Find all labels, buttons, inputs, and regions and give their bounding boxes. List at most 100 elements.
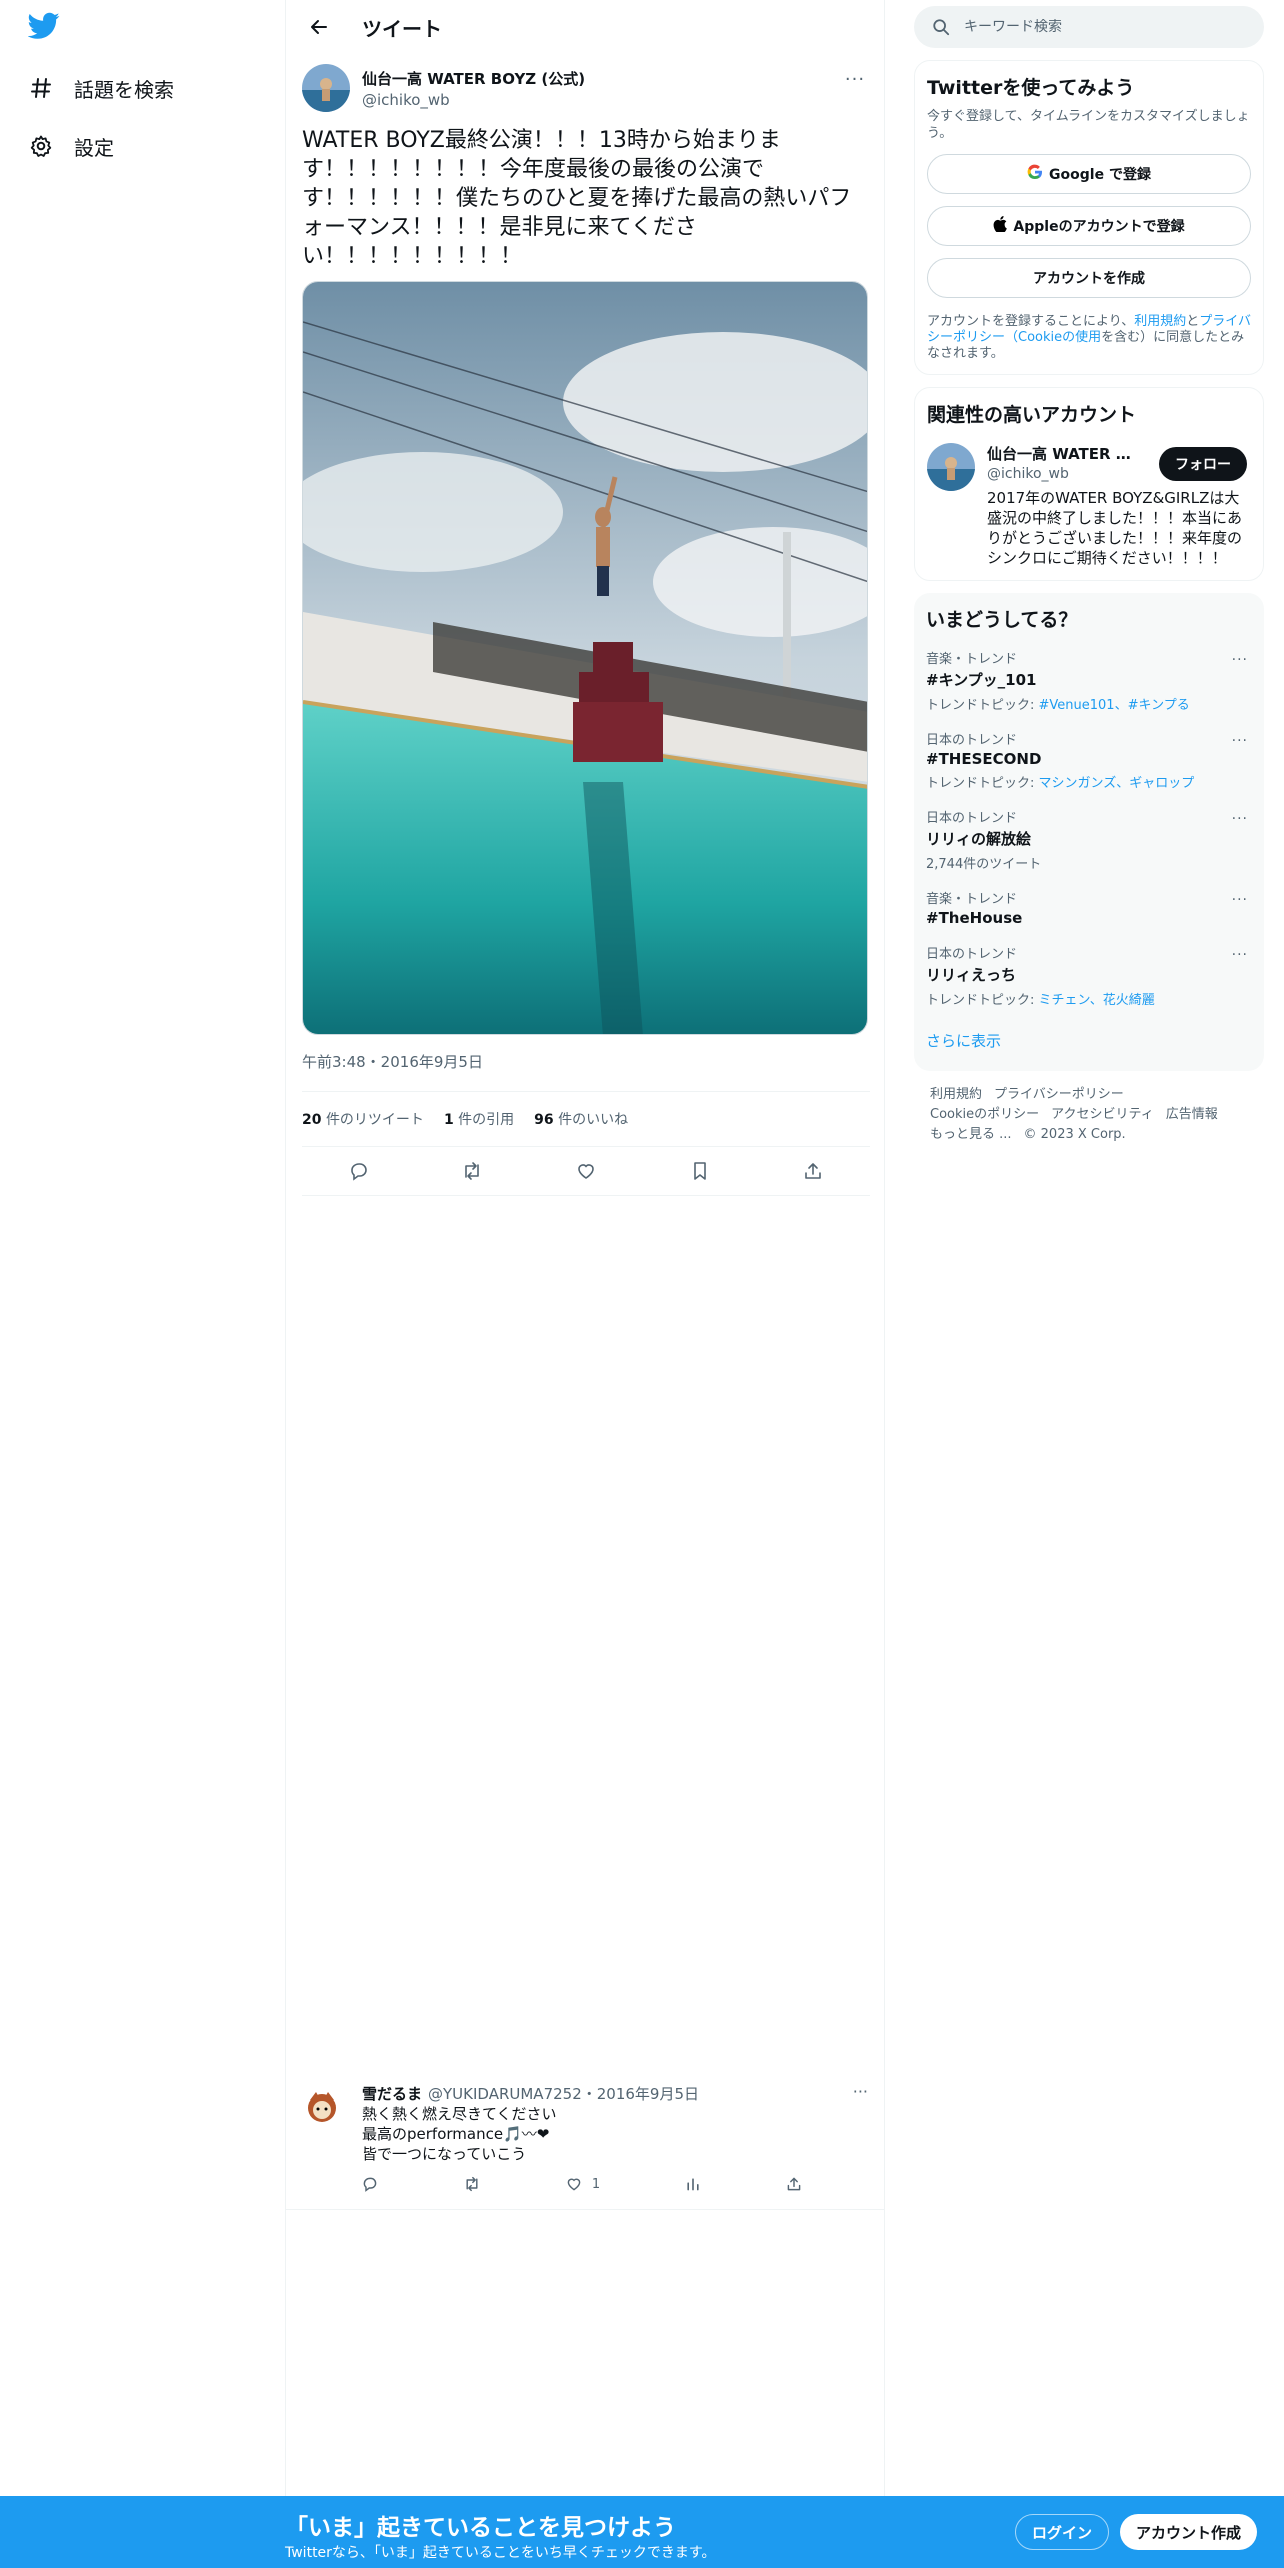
tweet-stats: 20 件のリツイート 1 件の引用 96 件のいいね — [302, 1092, 870, 1146]
trend-item[interactable]: 日本のトレンド リリィの解放絵 2,744件のツイート ··· — [926, 807, 1252, 872]
quotes-label: 件の引用 — [458, 1112, 515, 1128]
more-options-icon[interactable]: ··· — [1232, 652, 1248, 668]
trend-sub-prefix: トレンドトピック: — [926, 993, 1039, 1008]
analytics-icon[interactable] — [685, 2176, 701, 2192]
trend-item[interactable]: 音楽・トレンド #キンプッ_101 トレンドトピック: #Venue101、#キ… — [926, 648, 1252, 713]
trend-category: 音楽・トレンド — [926, 892, 1018, 907]
apple-signup-button[interactable]: Appleのアカウントで登録 — [927, 206, 1251, 246]
apple-icon — [993, 216, 1008, 236]
likes-stat[interactable]: 96 件のいいね — [534, 1109, 628, 1129]
reply-avatar[interactable] — [302, 2086, 342, 2126]
terms-link[interactable]: 利用規約 — [1134, 314, 1186, 329]
tweet-timestamp[interactable]: 午前3:48・2016年9月5日 — [302, 1051, 870, 1071]
more-options-icon[interactable]: ··· — [840, 64, 870, 94]
likes-label: 件のいいね — [558, 1112, 629, 1128]
tweet-actions — [302, 1147, 870, 1195]
author-avatar[interactable] — [302, 64, 350, 112]
divider — [302, 1195, 870, 1196]
tweet-photo[interactable] — [302, 281, 868, 1035]
related-name[interactable]: 仙台一高 WATER BOYZ (公式) — [987, 443, 1137, 464]
trend-name: #THESECOND — [926, 750, 1042, 768]
page-title: ツイート — [362, 16, 442, 41]
like-heart-icon[interactable] — [569, 1154, 603, 1188]
more-options-icon[interactable]: ··· — [853, 2082, 868, 2101]
search-bar[interactable] — [914, 6, 1264, 48]
reply-text-line: 皆で一つになっていこう — [362, 2145, 527, 2163]
twitter-bird-icon[interactable] — [27, 12, 62, 46]
signup-button[interactable]: アカウント作成 — [1120, 2514, 1258, 2550]
reply-author-name[interactable]: 雪だるま — [362, 2083, 422, 2104]
trend-name: リリィの解放絵 — [926, 830, 1032, 848]
signup-panel: Twitterを使ってみよう 今すぐ登録して、タイムラインをカスタマイズしましょ… — [914, 60, 1264, 375]
follow-button[interactable]: フォロー — [1159, 447, 1247, 481]
legal-and: と — [1186, 314, 1200, 329]
create-account-button[interactable]: アカウントを作成 — [927, 258, 1251, 298]
trend-sub: トレンドトピック: #Venue101、#キンプる — [926, 694, 1252, 713]
trend-sub-links[interactable]: #Venue101、#キンプる — [1039, 698, 1190, 713]
footer-link[interactable]: Cookieのポリシー — [930, 1107, 1039, 1122]
nav-item-explore[interactable]: 話題を検索 — [28, 68, 174, 108]
retweet-icon[interactable] — [463, 2176, 481, 2192]
footer-link[interactable]: 利用規約 — [930, 1087, 982, 1102]
share-icon[interactable] — [786, 2176, 802, 2192]
reply-icon[interactable] — [362, 2176, 378, 2192]
reply-icon[interactable] — [342, 1154, 376, 1188]
search-input[interactable] — [964, 19, 1234, 35]
legal-prefix: アカウントを登録することにより、 — [927, 314, 1135, 329]
hashtag-icon — [28, 75, 54, 101]
bottom-signup-bar: 「いま」起きていることを見つけよう Twitterなら、「いま」起きていることを… — [0, 2496, 1284, 2568]
trend-item[interactable]: 日本のトレンド リリィえっち トレンドトピック: ミチェン、花火綺麗 ··· — [926, 943, 1252, 1008]
create-account-label: アカウントを作成 — [1033, 271, 1145, 287]
footer-link[interactable]: プライバシーポリシー — [994, 1087, 1124, 1102]
reply-like-count: 1 — [591, 2176, 601, 2192]
apple-signup-label: Appleのアカウントで登録 — [1013, 219, 1185, 235]
share-icon[interactable] — [796, 1154, 830, 1188]
google-signup-button[interactable]: Google で登録 — [927, 154, 1251, 194]
retweet-icon[interactable] — [455, 1154, 489, 1188]
trend-item[interactable]: 音楽・トレンド #TheHouse ··· — [926, 888, 1252, 927]
show-more-link[interactable]: さらに表示 — [926, 1030, 1252, 1051]
footer-links: 利用規約 プライバシーポリシー Cookieのポリシー アクセシビリティ 広告情報 も… — [914, 1085, 1264, 1145]
trend-item[interactable]: 日本のトレンド #THESECOND トレンドトピック: マシンガンズ、ギャロッ… — [926, 729, 1252, 791]
trend-sub-links[interactable]: ミチェン、花火綺麗 — [1039, 993, 1155, 1008]
login-button[interactable]: ログイン — [1015, 2514, 1110, 2550]
page-header: ツイート — [286, 0, 884, 54]
google-icon — [1027, 164, 1043, 184]
back-arrow-icon[interactable] — [302, 10, 336, 44]
footer-link[interactable]: 広告情報 — [1166, 1107, 1218, 1122]
more-options-icon[interactable]: ··· — [1232, 733, 1248, 749]
reply-text-line: 最高のperformance🎵〰❤ — [362, 2125, 550, 2143]
quotes-stat[interactable]: 1 件の引用 — [444, 1109, 514, 1129]
related-title: 関連性の高いアカウント — [927, 404, 1137, 426]
search-icon — [933, 19, 950, 36]
related-account[interactable]: 仙台一高 WATER BOYZ (公式) @ichiko_wb 2017年のWA… — [927, 443, 1251, 568]
nav-label-explore: 話題を検索 — [74, 77, 174, 102]
author-handle[interactable]: @ichiko_wb — [362, 91, 840, 109]
retweets-count: 20 — [302, 1112, 322, 1128]
more-options-icon[interactable]: ··· — [1232, 947, 1248, 963]
legal-text: アカウントを登録することにより、利用規約とプライバシーポリシー（Cookieの使… — [927, 314, 1251, 362]
trend-category: 日本のトレンド — [926, 947, 1018, 962]
bookmark-icon[interactable] — [683, 1154, 717, 1188]
nav-label-settings: 設定 — [74, 135, 114, 160]
like-heart-icon[interactable]: 1 — [566, 2176, 600, 2192]
footer-link[interactable]: アクセシビリティ — [1051, 1107, 1154, 1122]
reply-handle-date[interactable]: @YUKIDARUMA7252・2016年9月5日 — [428, 2083, 699, 2104]
signup-subtitle: 今すぐ登録して、タイムラインをカスタマイズしましょう。 — [927, 109, 1250, 141]
reply-tweet[interactable]: 雪だるま @YUKIDARUMA7252・2016年9月5日 熱く熱く燃え尽きてく… — [286, 2072, 884, 2210]
retweets-stat[interactable]: 20 件のリツイート — [302, 1109, 424, 1129]
related-accounts-panel: 関連性の高いアカウント 仙台一高 WATER BOYZ (公式) @ichiko… — [914, 387, 1264, 581]
nav-item-settings[interactable]: 設定 — [28, 126, 114, 166]
trend-category: 日本のトレンド — [926, 733, 1018, 748]
more-options-icon[interactable]: ··· — [1232, 892, 1248, 908]
author-name[interactable]: 仙台一高 WATER BOYZ (公式) — [362, 68, 840, 89]
more-options-icon[interactable]: ··· — [1232, 811, 1248, 827]
footer-link[interactable]: もっと見る ... — [930, 1127, 1012, 1142]
likes-count: 96 — [534, 1112, 554, 1128]
trend-name: #キンプッ_101 — [926, 671, 1037, 689]
gear-icon — [28, 133, 54, 159]
trend-sub-links[interactable]: マシンガンズ、ギャロップ — [1039, 776, 1195, 791]
related-avatar[interactable] — [927, 443, 975, 491]
trend-sub: トレンドトピック: マシンガンズ、ギャロップ — [926, 772, 1252, 791]
quotes-count: 1 — [443, 1112, 454, 1128]
